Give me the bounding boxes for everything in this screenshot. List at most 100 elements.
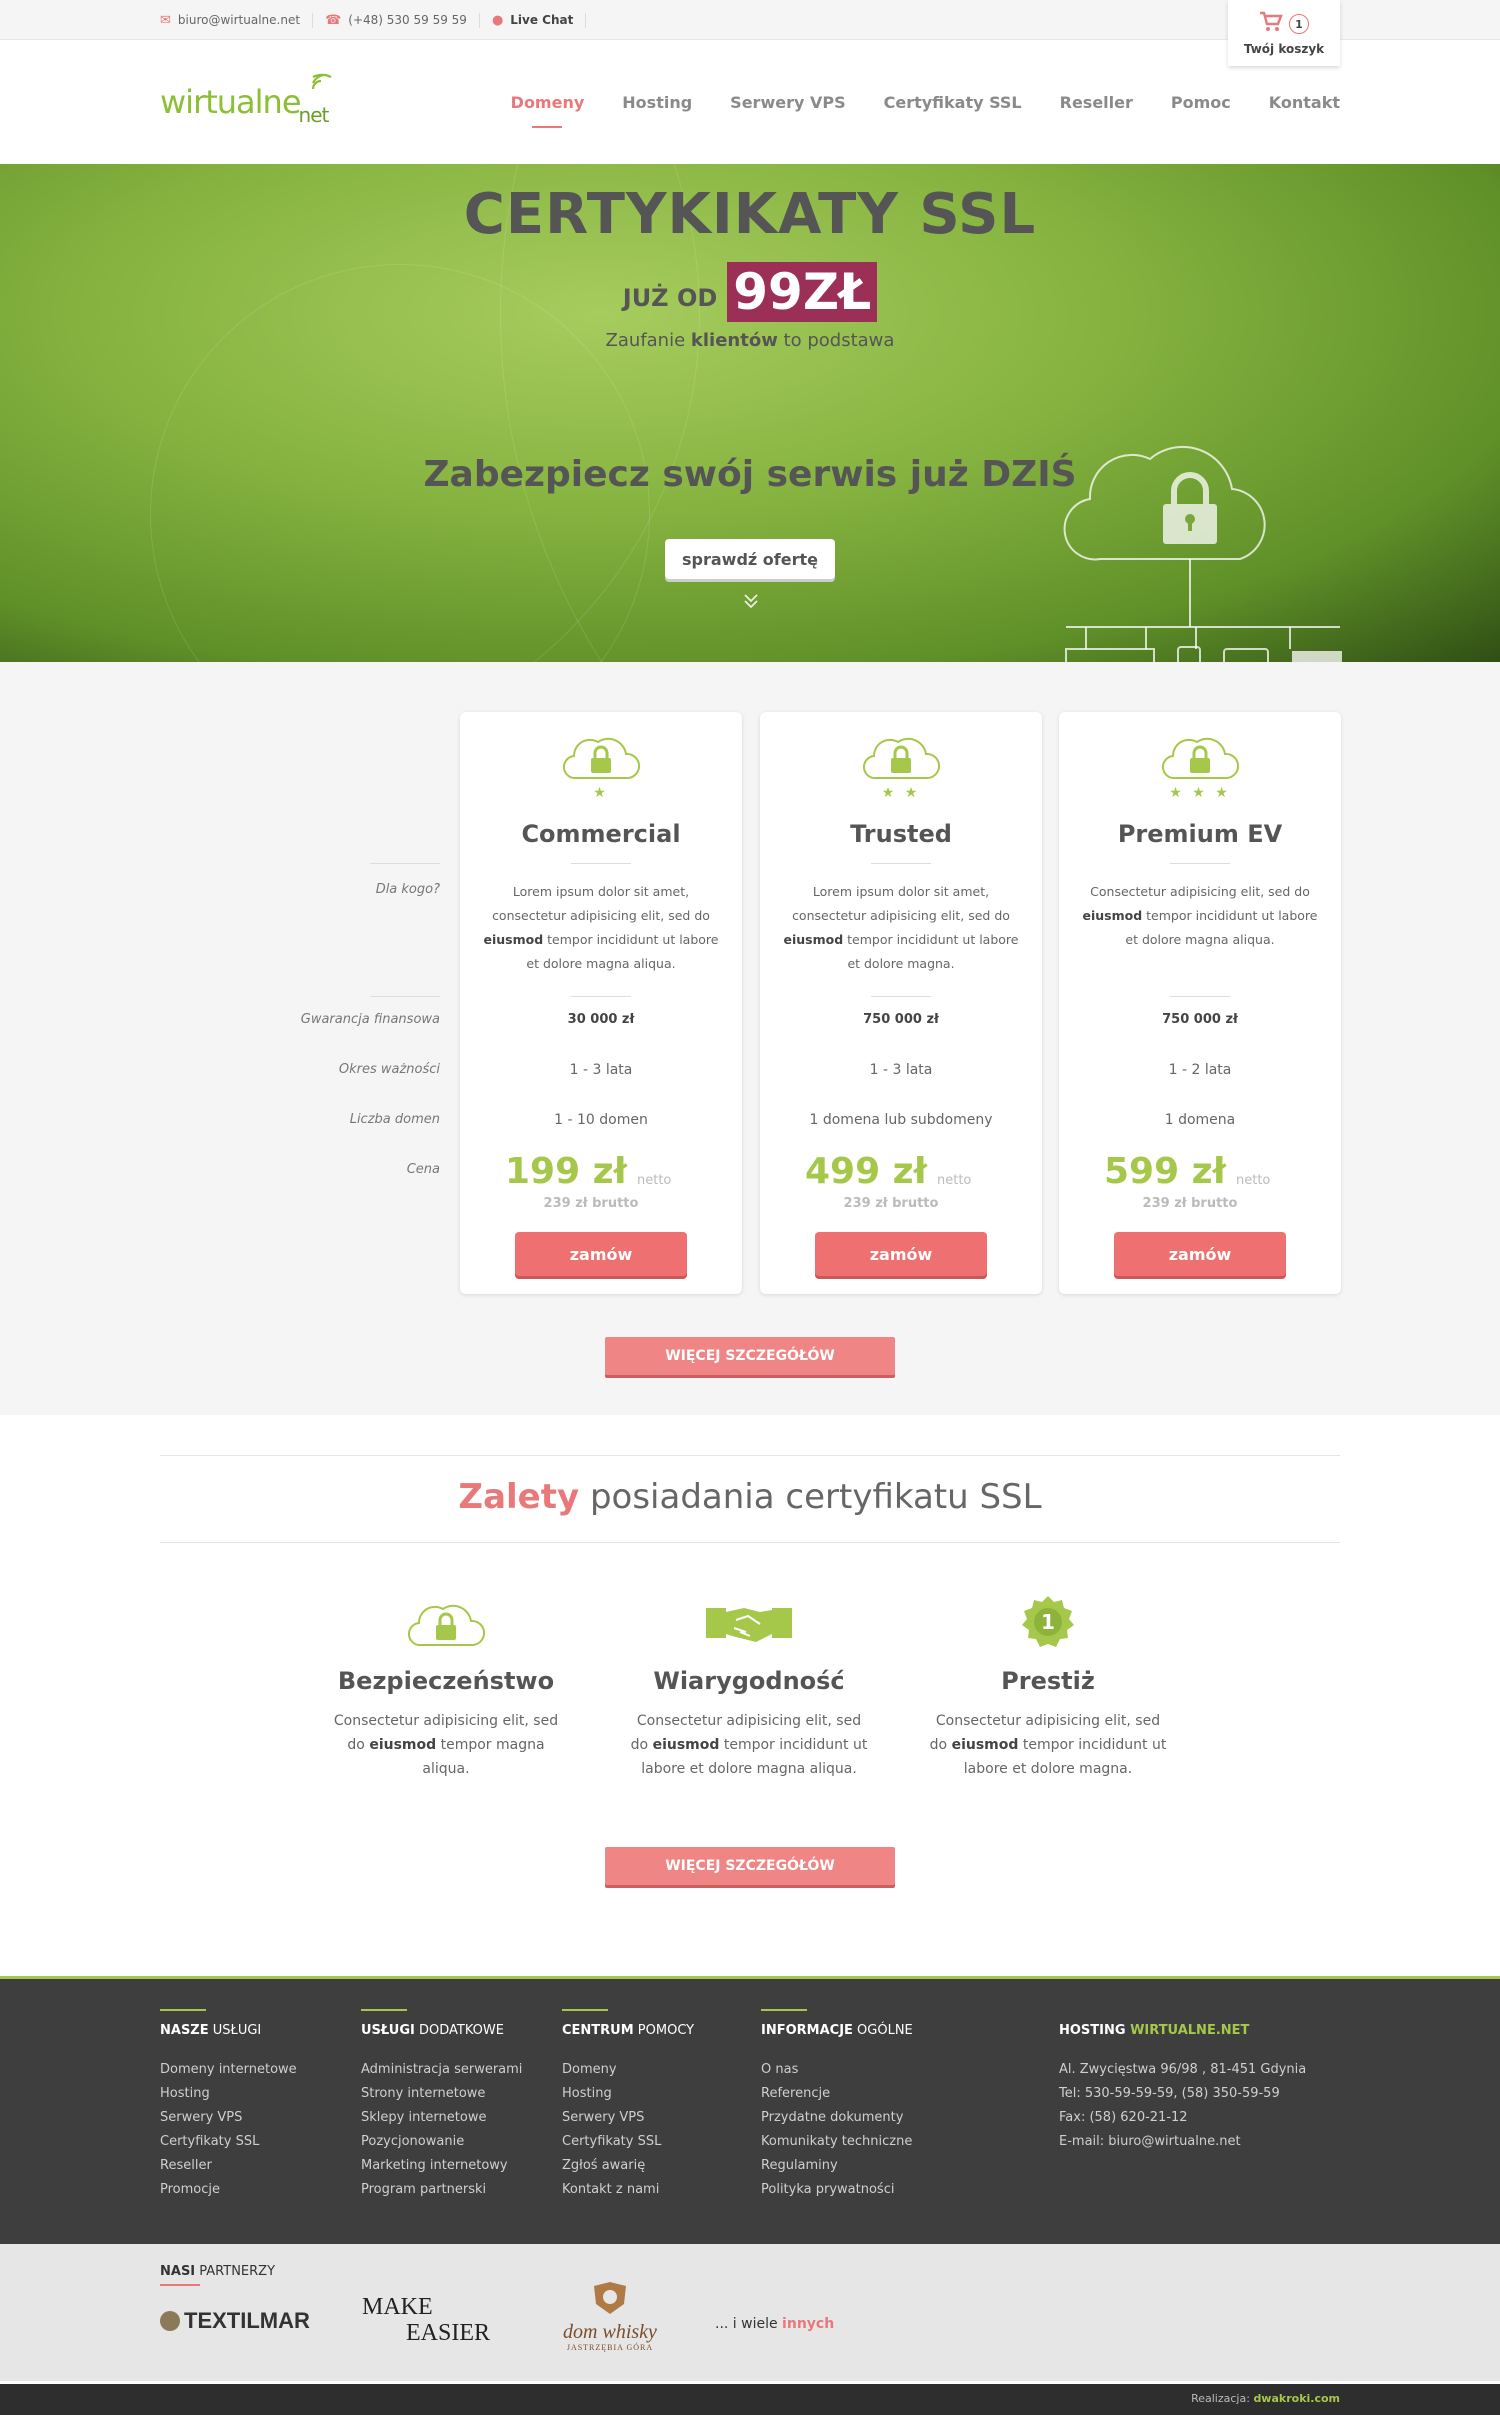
plan-validity: 1 - 3 lata	[869, 1062, 933, 1078]
order-button[interactable]: zamów	[1114, 1232, 1286, 1276]
heading-bold: INFORMACJE	[761, 2023, 853, 2038]
more-partners: ... i wiele innych	[715, 2316, 834, 2332]
rating-stars: ★ ★	[881, 785, 921, 801]
footer-link[interactable]: Hosting	[562, 2082, 694, 2106]
plan-domains: 1 domena	[1164, 1112, 1236, 1128]
desc-text: tempor incididunt ut labore et dolore ma…	[526, 932, 719, 971]
plan-validity: 1 - 2 lata	[1168, 1062, 1232, 1078]
live-chat-link[interactable]: ● Live Chat	[492, 12, 587, 28]
nav-hosting[interactable]: Hosting	[622, 87, 692, 118]
live-chat-label[interactable]: Live Chat	[510, 13, 573, 27]
nav-certyfikaty-ssl[interactable]: Certyfikaty SSL	[884, 87, 1022, 118]
heading-bold: NASI	[160, 2264, 196, 2279]
cloud-lock-icon	[862, 737, 940, 780]
contact-email[interactable]: E-mail: biuro@wirtualne.net	[1059, 2130, 1306, 2154]
footer-heading: NASZE USŁUGI	[160, 2023, 297, 2038]
divider	[562, 2009, 608, 2011]
advantages-section: Zalety posiadania certyfikatu SSL Bezpie…	[0, 1415, 1500, 1976]
scroll-down-icon[interactable]	[742, 592, 760, 615]
plan-name: Trusted	[850, 820, 952, 848]
price-net: 499 zł	[805, 1151, 927, 1192]
cart-count-badge: 1	[1289, 14, 1309, 34]
footer-link[interactable]: Sklepy internetowe	[361, 2106, 522, 2130]
more-details-button[interactable]: WIĘCEJ SZCZEGÓŁÓW	[605, 1847, 895, 1885]
textilmar-mark-icon	[160, 2311, 180, 2331]
footer-link[interactable]: Strony internetowe	[361, 2082, 522, 2106]
phone-text: (+48) 530 59 59 59	[348, 13, 467, 27]
whisky-crest-icon	[594, 2282, 626, 2314]
footer-link[interactable]: Pozycjonowanie	[361, 2130, 522, 2154]
divider	[571, 863, 631, 864]
footer-link[interactable]: Reseller	[160, 2154, 297, 2178]
email-text[interactable]: biuro@wirtualne.net	[178, 13, 300, 27]
desc-bold: eiusmod	[369, 1737, 437, 1753]
partner-logo-make-easier[interactable]: MAKE EASIER	[362, 2294, 490, 2346]
price-gross: 239 zł brutto	[543, 1196, 639, 1211]
footer-link[interactable]: Serwery VPS	[160, 2106, 297, 2130]
heading-rest: POMOCY	[633, 2023, 695, 2038]
credits-label: Realizacja:	[1191, 2392, 1254, 2405]
award-badge-icon: 1	[1022, 1596, 1074, 1647]
footer-link[interactable]: Referencje	[761, 2082, 913, 2106]
footer-link[interactable]: Administracja serwerami	[361, 2058, 522, 2082]
price-prefix: JUŻ OD	[622, 284, 718, 312]
rating-stars: ★	[593, 785, 609, 801]
netto-label: netto	[937, 1173, 972, 1188]
footer-heading: USŁUGI DODATKOWE	[361, 2023, 522, 2038]
cloud-lock-icon	[562, 737, 640, 780]
label-for-whom: Dla kogo?	[375, 882, 440, 897]
partners-heading: NASI PARTNERZY	[160, 2264, 275, 2286]
wifi-icon	[310, 73, 332, 95]
desc-text: tempor magna aliqua.	[422, 1737, 545, 1777]
nav-serwery-vps[interactable]: Serwery VPS	[730, 87, 845, 118]
nav-pomoc[interactable]: Pomoc	[1171, 87, 1231, 118]
footer-link[interactable]: Przydatne dokumenty	[761, 2106, 913, 2130]
footer-link[interactable]: Domeny	[562, 2058, 694, 2082]
footer-link[interactable]: Kontakt z nami	[562, 2178, 694, 2202]
footer-link[interactable]: Promocje	[160, 2178, 297, 2202]
partner-logo-textilmar[interactable]: TEXTILMAR	[160, 2308, 310, 2334]
order-button[interactable]: zamów	[815, 1232, 987, 1276]
footer-link[interactable]: Hosting	[160, 2082, 297, 2106]
footer-link[interactable]: Regulaminy	[761, 2154, 913, 2178]
desc-text: tempor incididunt ut labore et dolore ma…	[1125, 908, 1318, 947]
nav-reseller[interactable]: Reseller	[1060, 87, 1133, 118]
email-contact[interactable]: ✉ biuro@wirtualne.net	[160, 12, 314, 28]
footer-link[interactable]: Polityka prywatności	[761, 2178, 913, 2202]
check-offer-button[interactable]: sprawdź ofertę	[665, 539, 835, 579]
footer-link[interactable]: Serwery VPS	[562, 2106, 694, 2130]
nav-domeny[interactable]: Domeny	[511, 87, 585, 118]
footer-link[interactable]: Domeny internetowe	[160, 2058, 297, 2082]
footer-link[interactable]: Certyfikaty SSL	[160, 2130, 297, 2154]
heading-bold: USŁUGI	[361, 2023, 415, 2038]
footer-link[interactable]: Komunikaty techniczne	[761, 2130, 913, 2154]
divider	[370, 863, 440, 864]
divider	[871, 863, 931, 864]
heading-green: WIRTUALNE.NET	[1125, 2023, 1250, 2038]
order-button[interactable]: zamów	[515, 1232, 687, 1276]
footer-link[interactable]: O nas	[761, 2058, 913, 2082]
logo[interactable]: wirtualne net	[160, 73, 332, 127]
plan-name: Commercial	[521, 820, 681, 848]
footer-link[interactable]: Certyfikaty SSL	[562, 2130, 694, 2154]
plan-domains: 1 - 10 domen	[554, 1112, 648, 1128]
divider	[370, 996, 440, 997]
hero-price: JUŻ OD 99ZŁ	[0, 262, 1500, 322]
credits-link[interactable]: dwakroki.com	[1253, 2392, 1340, 2405]
divider	[160, 2284, 200, 2286]
footer-heading: HOSTING WIRTUALNE.NET	[1059, 2023, 1306, 2038]
nav-kontakt[interactable]: Kontakt	[1269, 87, 1340, 118]
footer-link[interactable]: Marketing internetowy	[361, 2154, 522, 2178]
textilmar-text: TEXTILMAR	[184, 2308, 310, 2333]
cart-button[interactable]: 1 Twój koszyk	[1228, 0, 1340, 66]
label-validity: Okres ważności	[338, 1062, 440, 1077]
partner-logo-dom-whisky[interactable]: dom whisky JASTRZĘBIA GÓRA	[548, 2282, 672, 2352]
logo-whisky-sub: JASTRZĘBIA GÓRA	[566, 2343, 654, 2352]
plan-description: Lorem ipsum dolor sit amet, consectetur …	[480, 880, 722, 976]
svg-text:1: 1	[1041, 1610, 1055, 1634]
footer-link[interactable]: Zgłoś awarię	[562, 2154, 694, 2178]
more-partners-link[interactable]: innych	[782, 2316, 834, 2332]
more-details-button[interactable]: WIĘCEJ SZCZEGÓŁÓW	[605, 1337, 895, 1375]
footer-link[interactable]: Program partnerski	[361, 2178, 522, 2202]
footer-heading: INFORMACJE OGÓLNE	[761, 2023, 913, 2038]
